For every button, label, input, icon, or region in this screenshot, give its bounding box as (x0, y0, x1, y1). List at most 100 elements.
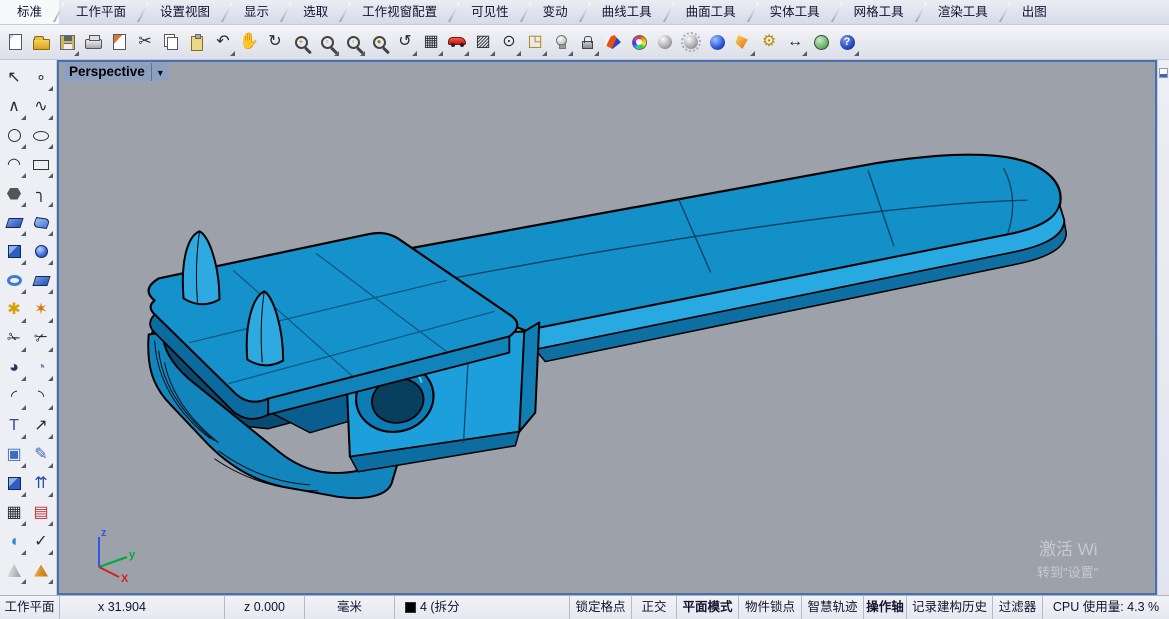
boolean-intersection-icon[interactable]: ◔ (28, 353, 54, 382)
check-icon[interactable]: ✓ (28, 527, 54, 556)
filter-pane[interactable]: 过滤器 (993, 596, 1043, 619)
selection-filter-icon[interactable]: ◳ (522, 28, 548, 57)
open-file-icon[interactable] (28, 28, 54, 57)
cplane-pane[interactable]: 工作平面 (0, 596, 60, 619)
solid-box-icon[interactable] (1, 469, 27, 498)
print-icon[interactable] (80, 28, 106, 57)
select-pointer-icon[interactable]: ↖ (1, 63, 27, 92)
render-blue-icon[interactable] (704, 28, 730, 57)
viewport-title[interactable]: Perspective (63, 63, 151, 81)
color-wheel-icon[interactable] (626, 28, 652, 57)
group-icon[interactable]: ▣ (1, 440, 27, 469)
move-icon[interactable]: ↗ (28, 411, 54, 440)
split-icon[interactable]: ✃ (28, 324, 54, 353)
tab-set-view[interactable]: 设置视图 (143, 0, 227, 24)
zoom-extents-icon[interactable]: ◦ (340, 28, 366, 57)
light-bulb-icon[interactable] (548, 28, 574, 57)
polyline-icon[interactable]: ∧ (1, 92, 27, 121)
units-pane[interactable]: 毫米 (305, 596, 395, 619)
point-icon[interactable]: ∘ (28, 63, 54, 92)
tab-curve-tools[interactable]: 曲线工具 (585, 0, 669, 24)
box-icon[interactable] (1, 237, 27, 266)
grid-snap-pane[interactable]: 锁定格点 (570, 596, 632, 619)
shaded-display-icon[interactable] (600, 28, 626, 57)
surface-from-curve-icon[interactable]: ◖ (1, 527, 27, 556)
tab-visibility[interactable]: 可见性 (454, 0, 526, 24)
named-view-car-icon[interactable] (444, 28, 470, 57)
trim-icon[interactable]: ✁ (1, 324, 27, 353)
offset-icon[interactable]: ◝ (28, 382, 54, 411)
tab-mesh-tools[interactable]: 网格工具 (837, 0, 921, 24)
undo-view-icon[interactable]: ↺ (392, 28, 418, 57)
smarttrack-pane[interactable]: 智慧轨迹 (802, 596, 864, 619)
arc-icon[interactable]: ◠ (1, 150, 27, 179)
tab-render-tools[interactable]: 渲染工具 (921, 0, 1005, 24)
earth-icon[interactable] (808, 28, 834, 57)
z-coordinate[interactable]: z 0.000 (225, 596, 305, 619)
render-window-icon[interactable] (678, 28, 704, 57)
sphere-icon[interactable] (28, 237, 54, 266)
curve-corner-icon[interactable]: ╮ (28, 179, 54, 208)
text-icon[interactable]: T (1, 411, 27, 440)
tab-select[interactable]: 选取 (286, 0, 345, 24)
ortho-pane[interactable]: 正交 (632, 596, 677, 619)
surface-icon[interactable] (1, 208, 27, 237)
planar-pane[interactable]: 平面模式 (677, 596, 739, 619)
cone-icon[interactable] (1, 556, 27, 585)
dimension-icon[interactable]: ↔ (782, 28, 808, 57)
tab-transform[interactable]: 变动 (526, 0, 585, 24)
osnap-pane[interactable]: 物件锁点 (739, 596, 802, 619)
paste-icon[interactable] (184, 28, 210, 57)
extrude-icon[interactable]: ⇈ (28, 469, 54, 498)
cplane-grid-icon[interactable]: ▨ (470, 28, 496, 57)
save-icon[interactable] (54, 28, 80, 57)
options-gear-icon[interactable]: ⚙ (756, 28, 782, 57)
perspective-viewport[interactable]: Perspective ▼ (57, 60, 1157, 595)
help-icon[interactable]: ? (834, 28, 860, 57)
ellipse-icon[interactable] (28, 121, 54, 150)
layer-pane[interactable]: 4 (拆分 (395, 596, 570, 619)
hatch-icon[interactable]: ✎ (28, 440, 54, 469)
boolean-union-icon[interactable]: ✱ (1, 295, 27, 324)
undo-icon[interactable]: ↶ (210, 28, 236, 57)
pyramid-icon[interactable] (28, 556, 54, 585)
surface-patch-icon[interactable] (28, 266, 54, 295)
history-pane[interactable]: 记录建构历史 (907, 596, 993, 619)
tab-surface-tools[interactable]: 曲面工具 (669, 0, 753, 24)
zoom-selected-icon[interactable]: ● (366, 28, 392, 57)
x-coordinate[interactable]: x 31.904 (60, 596, 225, 619)
render-sphere-icon[interactable] (652, 28, 678, 57)
collapsed-panel-icon[interactable] (1159, 68, 1168, 78)
zoom-dynamic-icon[interactable]: + (288, 28, 314, 57)
circle-icon[interactable] (1, 121, 27, 150)
boolean-difference-icon[interactable]: ◕ (1, 353, 27, 382)
explode-icon[interactable]: ✶ (28, 295, 54, 324)
tab-display[interactable]: 显示 (227, 0, 286, 24)
right-panel-edge[interactable] (1157, 60, 1169, 595)
zoom-window-icon[interactable]: ▫ (314, 28, 340, 57)
curved-surface-icon[interactable] (28, 208, 54, 237)
new-document-icon[interactable] (2, 28, 28, 57)
tab-drafting[interactable]: 出图 (1005, 0, 1064, 24)
control-curve-icon[interactable]: ∿ (28, 92, 54, 121)
rotate-view-icon[interactable]: ↻ (262, 28, 288, 57)
model-3d[interactable] (59, 62, 1155, 593)
tab-standard[interactable]: 标准 (0, 0, 59, 24)
cut-icon[interactable]: ✂ (132, 28, 158, 57)
array-icon[interactable]: ▦ (1, 498, 27, 527)
array-vertical-icon[interactable]: ▤ (28, 498, 54, 527)
tab-cplane[interactable]: 工作平面 (59, 0, 143, 24)
tab-viewport-layout[interactable]: 工作视窗配置 (345, 0, 454, 24)
rectangle-icon[interactable] (28, 150, 54, 179)
delete-icon[interactable] (106, 28, 132, 57)
cpu-usage-pane[interactable]: CPU 使用量: 4.3 % (1043, 596, 1169, 619)
spotlight-icon[interactable] (730, 28, 756, 57)
copy-icon[interactable] (158, 28, 184, 57)
polygon-icon[interactable] (1, 179, 27, 208)
viewport-dropdown[interactable]: ▼ (151, 63, 169, 81)
four-viewports-icon[interactable]: ▦ (418, 28, 444, 57)
fillet-icon[interactable]: ◜ (1, 382, 27, 411)
circle-center-icon[interactable]: ⊙ (496, 28, 522, 57)
lock-icon[interactable] (574, 28, 600, 57)
gumball-pane[interactable]: 操作轴 (864, 596, 907, 619)
